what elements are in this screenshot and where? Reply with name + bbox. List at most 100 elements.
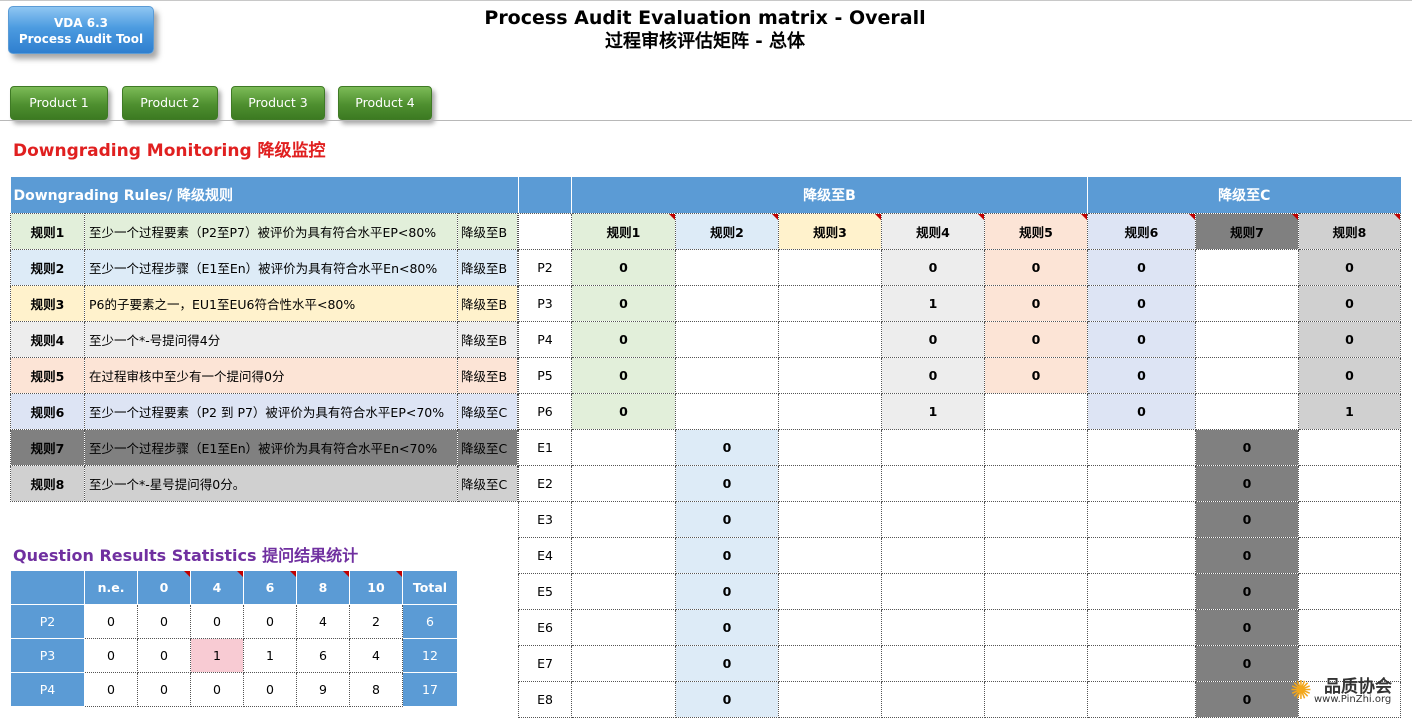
matrix-cell — [778, 284, 882, 322]
matrix-cell: 0 — [1298, 248, 1401, 286]
rule-text: 至少一个过程步骤（E1至En）被评价为具有符合水平En<70% — [84, 428, 458, 466]
stats-cell: 1 — [243, 638, 297, 673]
rules-header: Downgrading Rules/ 降级规则 — [10, 177, 518, 213]
matrix-cell: 0 — [675, 572, 779, 610]
stats-cell: 8 — [349, 672, 403, 707]
matrix-cell — [778, 500, 882, 538]
product-1-button[interactable]: Product 1 — [10, 86, 108, 120]
stats-cell: 4 — [349, 638, 403, 673]
stats-cell: 0 — [84, 604, 138, 639]
matrix-cell: 0 — [881, 356, 985, 394]
rule-name: 规则1 — [10, 212, 85, 250]
matrix-cell — [571, 428, 676, 466]
stats-column-header: 10 — [349, 570, 403, 605]
matrix-cell — [984, 644, 1088, 682]
matrix-cell — [778, 320, 882, 358]
matrix-table: 降级至B 降级至C 规则1 规则2 规则3 规则4 规则5 规则6 规则7 规则8 P2 0 0 0 0… — [518, 177, 1401, 718]
matrix-cell — [1298, 536, 1401, 574]
matrix-row: P4 0 0 0 0 0 — [518, 320, 1401, 358]
stats-cell: 1 — [190, 638, 244, 673]
matrix-row-label: P5 — [518, 356, 572, 394]
rule-downgrade: 降级至C — [457, 428, 518, 466]
comment-indicator-icon — [875, 214, 881, 220]
matrix-cell: 0 — [675, 464, 779, 502]
stats-row-label: P3 — [10, 638, 85, 673]
comment-indicator-icon — [978, 214, 984, 220]
stats-column-header — [10, 570, 85, 605]
rule-downgrade: 降级至B — [457, 248, 518, 286]
matrix-row-label: E4 — [518, 536, 572, 574]
matrix-header-row: 规则1 规则2 规则3 规则4 规则5 规则6 规则7 规则8 — [518, 212, 1401, 250]
matrix-cell — [1195, 248, 1299, 286]
stats-cell: 0 — [84, 672, 138, 707]
vda-tool-button[interactable]: VDA 6.3 Process Audit Tool — [8, 6, 154, 54]
stats-column-header: n.e. — [84, 570, 138, 605]
nav-divider — [0, 120, 1412, 121]
group-b-header: 降级至B — [571, 177, 1088, 213]
matrix-cell: 0 — [675, 428, 779, 466]
matrix-column-header: 规则2 — [675, 212, 779, 250]
rule-row: 规则3 P6的子要素之一，EU1至EU6符合性水平<80% 降级至B — [10, 284, 518, 322]
rule-text: 至少一个过程步骤（E1至En）被评价为具有符合水平En<80% — [84, 248, 458, 286]
stats-column-header: 4 — [190, 570, 244, 605]
product-2-button[interactable]: Product 2 — [122, 86, 218, 120]
matrix-cell — [1195, 356, 1299, 394]
rule-row: 规则8 至少一个*-星号提问得0分。 降级至C — [10, 464, 518, 502]
matrix-cell: 0 — [1195, 536, 1299, 574]
stats-cell: 0 — [137, 672, 191, 707]
rule-downgrade: 降级至C — [457, 392, 518, 430]
stats-column-header: 0 — [137, 570, 191, 605]
rule-name: 规则3 — [10, 284, 85, 322]
matrix-cell — [1298, 464, 1401, 502]
matrix-cell — [778, 464, 882, 502]
matrix-cell — [984, 536, 1088, 574]
matrix-row-label: E1 — [518, 428, 572, 466]
matrix-row: P3 0 1 0 0 0 — [518, 284, 1401, 322]
matrix-cell: 0 — [675, 680, 779, 718]
stats-cell: 0 — [137, 604, 191, 639]
matrix-cell — [1195, 320, 1299, 358]
matrix-cell — [881, 536, 985, 574]
matrix-cell — [571, 464, 676, 502]
matrix-column-header: 规则7 — [1195, 212, 1299, 250]
rule-name: 规则6 — [10, 392, 85, 430]
stats-row: P3 0 0 1 1 6 4 12 — [10, 638, 458, 673]
matrix-cell — [1087, 680, 1196, 718]
matrix-cell — [881, 608, 985, 646]
product-4-button[interactable]: Product 4 — [338, 86, 432, 120]
comment-indicator-icon — [396, 571, 402, 577]
stats-cell: 0 — [190, 604, 244, 639]
matrix-row-label: E2 — [518, 464, 572, 502]
matrix-cell — [778, 680, 882, 718]
stats-column-header: 8 — [296, 570, 350, 605]
rule-downgrade: 降级至B — [457, 356, 518, 394]
comment-indicator-icon — [669, 214, 675, 220]
matrix-cell — [571, 680, 676, 718]
matrix-cell: 0 — [881, 248, 985, 286]
stats-row: P4 0 0 0 0 9 8 17 — [10, 672, 458, 707]
matrix-cell: 0 — [1195, 644, 1299, 682]
comment-indicator-icon — [1189, 214, 1195, 220]
matrix-cell — [881, 428, 985, 466]
matrix-cell — [881, 500, 985, 538]
watermark-url: www.PinZhi.org — [1314, 694, 1392, 705]
page-title-zh: 过程审核评估矩阵 - 总体 — [604, 31, 805, 52]
rule-text: 至少一个*-号提问得4分 — [84, 320, 458, 358]
stats-table: n.e. 0 4 6 8 10 Total P2 0 0 0 0 4 2 6 P3 0 0 1 1 6 4 12 P4 0 0 0 0… — [10, 570, 458, 707]
stats-row-label: P4 — [10, 672, 85, 707]
matrix-row-label: E6 — [518, 608, 572, 646]
matrix-cell: 0 — [571, 248, 676, 286]
product-3-button[interactable]: Product 3 — [231, 86, 325, 120]
stats-row-label: P2 — [10, 604, 85, 639]
matrix-cell: 0 — [1087, 284, 1196, 322]
matrix-cell: 0 — [1195, 428, 1299, 466]
matrix-cell — [675, 284, 779, 322]
rule-text: P6的子要素之一，EU1至EU6符合性水平<80% — [84, 284, 458, 322]
matrix-cell — [1087, 500, 1196, 538]
matrix-row: E7 0 0 — [518, 644, 1401, 682]
matrix-cell — [571, 536, 676, 574]
matrix-cell — [1087, 464, 1196, 502]
matrix-cell — [984, 392, 1088, 430]
stats-cell: 0 — [84, 638, 138, 673]
vda-tool-line2: Process Audit Tool — [18, 32, 144, 46]
